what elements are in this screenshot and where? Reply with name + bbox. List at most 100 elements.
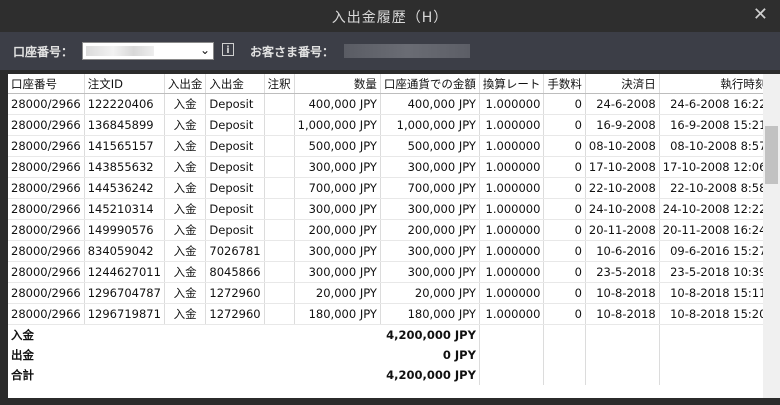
table-cell: Deposit bbox=[205, 177, 265, 199]
table-cell: 10-8-2018 15:11 bbox=[659, 282, 763, 304]
table-cell: 28000/2966 bbox=[8, 219, 85, 241]
table-cell: 入金 bbox=[164, 198, 207, 220]
table-row[interactable]: 28000/2966 1244627011 入金 8045866 300,000 JPY… bbox=[8, 261, 763, 283]
table-cell: 1272960 bbox=[205, 303, 265, 325]
table-cell: 0 bbox=[543, 135, 586, 157]
table-cell bbox=[264, 156, 295, 178]
table-cell: 入金 bbox=[164, 156, 207, 178]
table-cell: 17-10-2008 12:06 bbox=[659, 156, 763, 178]
customer-number-label: お客さま番号： bbox=[250, 45, 335, 59]
table-cell: 1.000000 bbox=[479, 93, 545, 115]
table-row[interactable]: 28000/2966 141565157 入金 Deposit 500,000 JPY 5… bbox=[8, 135, 763, 157]
table-row[interactable]: 28000/2966 1296704787 入金 1272960 20,000 JPY 2… bbox=[8, 282, 763, 304]
table-cell: Deposit bbox=[205, 219, 265, 241]
table-cell: 400,000 JPY bbox=[294, 93, 381, 115]
table-cell bbox=[264, 303, 295, 325]
column-header[interactable]: 決済日 bbox=[585, 74, 660, 94]
table-cell: 28000/2966 bbox=[8, 198, 85, 220]
table-cell: 1244627011 bbox=[84, 261, 165, 283]
table-cell: 0 bbox=[543, 261, 586, 283]
summary-row: 出金 0 JPY bbox=[8, 345, 763, 365]
table-cell: 20,000 JPY bbox=[380, 282, 480, 304]
history-table: 口座番号 注文ID 入出金 入出金 注釈 数量 口座通貨での金額 換算レート 手… bbox=[8, 74, 763, 385]
column-header[interactable]: 注文ID bbox=[84, 74, 165, 94]
table-row[interactable]: 28000/2966 1296719871 入金 1272960 180,000 JPY… bbox=[8, 303, 763, 325]
empty-cell bbox=[585, 345, 660, 365]
table-cell: Deposit bbox=[205, 135, 265, 157]
summary-amount: 4,200,000 JPY bbox=[294, 324, 480, 345]
table-row[interactable]: 28000/2966 136845899 入金 Deposit 1,000,000 JP… bbox=[8, 114, 763, 136]
table-row[interactable]: 28000/2966 122220406 入金 Deposit 400,000 JPY 4… bbox=[8, 93, 763, 115]
column-header[interactable]: 数量 bbox=[294, 74, 381, 94]
table-cell: 300,000 JPY bbox=[294, 198, 381, 220]
table-cell: 10-8-2018 bbox=[585, 303, 660, 325]
table-cell: 1296704787 bbox=[84, 282, 165, 304]
table-cell: 300,000 JPY bbox=[294, 156, 381, 178]
column-header[interactable]: 執行時刻 bbox=[659, 74, 763, 94]
table-cell: 28000/2966 bbox=[8, 114, 85, 136]
table-cell: 1.000000 bbox=[479, 198, 545, 220]
table-cell: 24-10-2008 bbox=[585, 198, 660, 220]
table-cell: 144536242 bbox=[84, 177, 165, 199]
table-cell: 入金 bbox=[164, 135, 207, 157]
empty-cell bbox=[479, 324, 545, 345]
summary-row: 入金 4,200,000 JPY bbox=[8, 324, 763, 345]
column-header[interactable]: 手数料 bbox=[543, 74, 586, 94]
table-cell: 20,000 JPY bbox=[294, 282, 381, 304]
summary-label: 出金 bbox=[11, 348, 34, 362]
scrollbar-thumb[interactable] bbox=[765, 126, 778, 184]
table-cell: 24-6-2008 bbox=[585, 93, 660, 115]
table-cell: 16-9-2008 15:21 bbox=[659, 114, 763, 136]
table-cell: 28000/2966 bbox=[8, 240, 85, 262]
table-cell: 入金 bbox=[164, 177, 207, 199]
table-cell: 1272960 bbox=[205, 282, 265, 304]
table-cell: 入金 bbox=[164, 261, 207, 283]
column-header[interactable]: 口座番号 bbox=[8, 74, 85, 94]
summary-label: 合計 bbox=[11, 368, 34, 382]
table-cell bbox=[264, 114, 295, 136]
table-cell: 300,000 JPY bbox=[294, 261, 381, 283]
table-cell bbox=[264, 219, 295, 241]
table-cell: 28000/2966 bbox=[8, 135, 85, 157]
table-cell: 300,000 JPY bbox=[380, 240, 480, 262]
info-icon[interactable]: i bbox=[222, 43, 234, 56]
table-cell: 22-10-2008 8:58 bbox=[659, 177, 763, 199]
vertical-scrollbar[interactable] bbox=[763, 74, 780, 398]
empty-cell bbox=[543, 324, 586, 345]
account-number-select[interactable]: ⌄ bbox=[82, 42, 214, 60]
table-cell: 23-5-2018 10:39 bbox=[659, 261, 763, 283]
table-cell: 700,000 JPY bbox=[380, 177, 480, 199]
table-cell bbox=[264, 240, 295, 262]
table-cell: 0 bbox=[543, 114, 586, 136]
table-cell: 0 bbox=[543, 240, 586, 262]
table-cell: 7026781 bbox=[205, 240, 265, 262]
table-row[interactable]: 28000/2966 149990576 入金 Deposit 200,000 JPY 2… bbox=[8, 219, 763, 241]
close-icon[interactable]: ✕ bbox=[753, 5, 768, 25]
chevron-down-icon: ⌄ bbox=[199, 43, 210, 57]
empty-cell bbox=[543, 365, 586, 385]
column-header[interactable]: 注釈 bbox=[264, 74, 295, 94]
table-row[interactable]: 28000/2966 834059042 入金 7026781 300,000 JPY 3… bbox=[8, 240, 763, 262]
table-cell: 1296719871 bbox=[84, 303, 165, 325]
table-cell: 24-6-2008 16:22 bbox=[659, 93, 763, 115]
table-cell: Deposit bbox=[205, 156, 265, 178]
table-row[interactable]: 28000/2966 145210314 入金 Deposit 300,000 JPY 3… bbox=[8, 198, 763, 220]
account-number-label: 口座番号： bbox=[13, 45, 74, 59]
empty-cell bbox=[585, 324, 660, 345]
empty-cell bbox=[659, 324, 763, 345]
table-cell: 122220406 bbox=[84, 93, 165, 115]
table-cell: 1.000000 bbox=[479, 156, 545, 178]
table-cell: 149990576 bbox=[84, 219, 165, 241]
table-row[interactable]: 28000/2966 143855632 入金 Deposit 300,000 JPY 3… bbox=[8, 156, 763, 178]
table-row[interactable]: 28000/2966 144536242 入金 Deposit 700,000 JPY 7… bbox=[8, 177, 763, 199]
table-cell: 28000/2966 bbox=[8, 261, 85, 283]
column-header[interactable]: 入出金 bbox=[164, 74, 207, 94]
column-header[interactable]: 口座通貨での金額 bbox=[380, 74, 480, 94]
table-cell: 0 bbox=[543, 282, 586, 304]
table-cell: Deposit bbox=[205, 198, 265, 220]
table-cell: 834059042 bbox=[84, 240, 165, 262]
column-header[interactable]: 入出金 bbox=[205, 74, 265, 94]
table-cell: 1.000000 bbox=[479, 240, 545, 262]
table-cell: 200,000 JPY bbox=[294, 219, 381, 241]
column-header[interactable]: 換算レート bbox=[479, 74, 545, 94]
